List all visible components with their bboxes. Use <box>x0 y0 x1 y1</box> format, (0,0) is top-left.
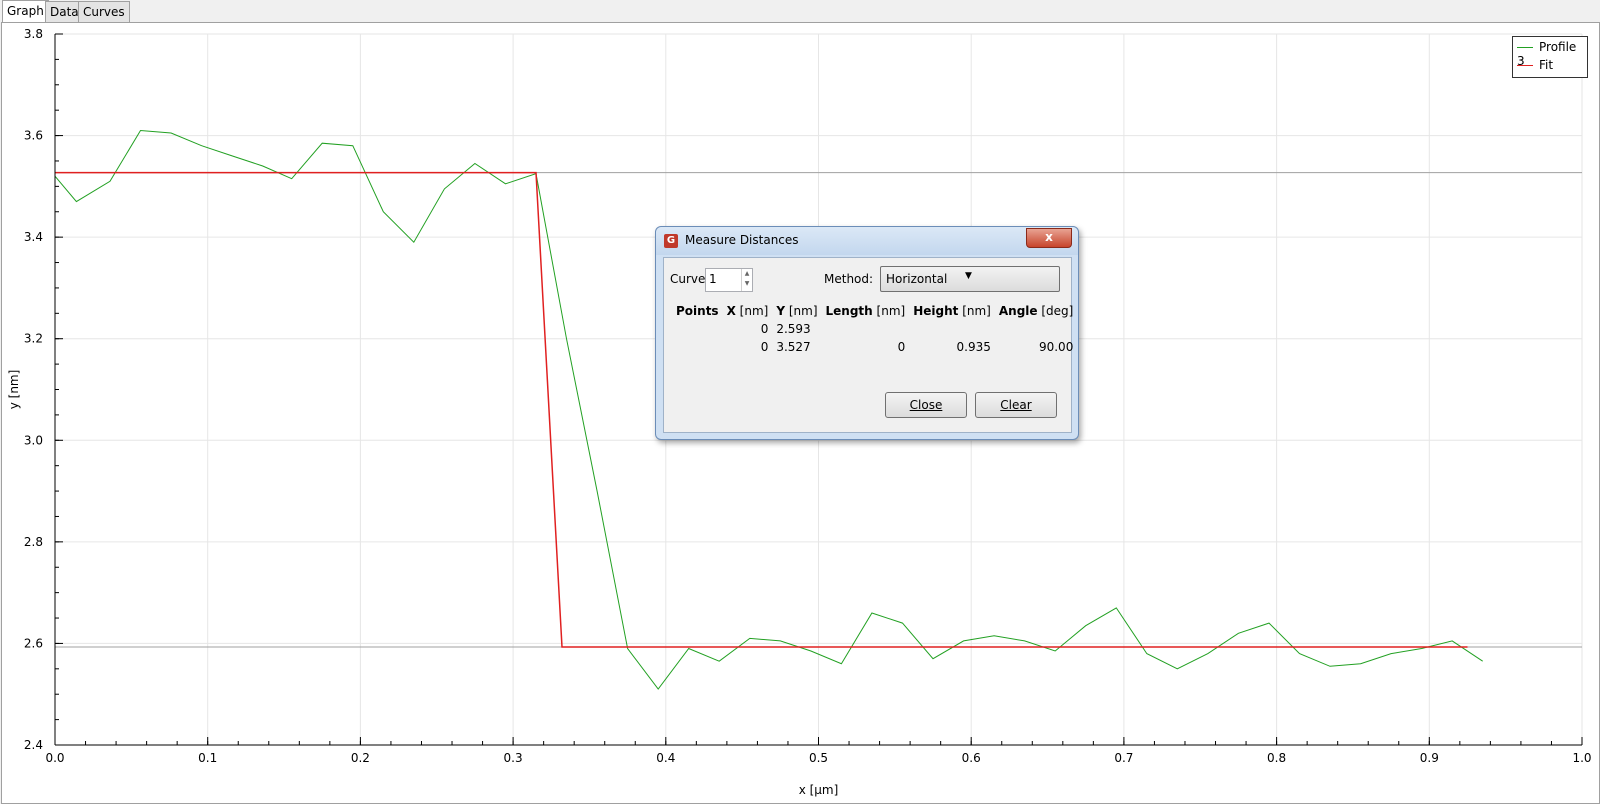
col-x: X [nm] <box>726 304 769 318</box>
cell-angle <box>995 320 1077 338</box>
dialog-body: Curve: 1 ▲ ▼ Method: Horizontal ▼ Points … <box>663 257 1073 433</box>
x-tick-label: 0.4 <box>656 751 675 765</box>
curve-spinbox[interactable]: 1 ▲ ▼ <box>705 268 753 292</box>
cell-y: 2.593 <box>776 322 811 336</box>
x-tick-label: 0.7 <box>1114 751 1133 765</box>
method-select[interactable]: Horizontal ▼ <box>880 266 1060 292</box>
table-row: 0 2.593 <box>672 320 1077 338</box>
chart-legend: Profile 3 Fit <box>1512 36 1588 78</box>
cell-height: 0.935 <box>956 340 991 354</box>
col-y: Y [nm] <box>776 304 818 318</box>
curve-label: Curve: <box>670 272 710 286</box>
cell-y: 3.527 <box>776 340 811 354</box>
col-points: Points <box>676 304 719 318</box>
table-header: Points X [nm] Y [nm] Length [nm] Height … <box>672 302 1077 320</box>
cell-length: 0 <box>897 340 906 354</box>
dialog-titlebar[interactable]: G Measure Distances x <box>656 227 1078 255</box>
x-tick-label: 0.6 <box>962 751 981 765</box>
dialog-title: Measure Distances <box>685 233 799 247</box>
chevron-down-icon: ▼ <box>965 271 972 281</box>
cell-x: 0 <box>760 340 769 354</box>
cell-length <box>822 320 910 338</box>
col-angle: Angle [deg] <box>998 304 1074 318</box>
legend-label: Fit <box>1539 58 1554 72</box>
y-tick-label: 2.6 <box>24 636 43 650</box>
app-icon: G <box>664 234 678 248</box>
close-button[interactable]: Close <box>885 392 967 418</box>
measure-distances-dialog: G Measure Distances x Curve: 1 ▲ ▼ Method… <box>655 226 1079 440</box>
y-tick-label: 2.8 <box>24 535 43 549</box>
cell-x: 0 <box>760 322 769 336</box>
y-tick-label: 3.8 <box>24 27 43 41</box>
cell-angle: 90.00 <box>1038 340 1074 354</box>
y-tick-label: 3.6 <box>24 129 43 143</box>
x-tick-label: 0.3 <box>504 751 523 765</box>
col-length: Length [nm] <box>825 304 906 318</box>
y-tick-label: 2.4 <box>24 738 43 752</box>
cell-height <box>909 320 995 338</box>
y-tick-label: 3.4 <box>24 230 43 244</box>
x-tick-label: 0.2 <box>351 751 370 765</box>
y-tick-label: 3.2 <box>24 332 43 346</box>
method-label: Method: <box>824 272 874 286</box>
x-tick-label: 0.9 <box>1420 751 1439 765</box>
method-value: Horizontal <box>886 272 948 286</box>
x-axis-label: x [µm] <box>799 783 839 797</box>
clear-button[interactable]: Clear <box>975 392 1057 418</box>
legend-item-fit: Fit <box>1517 58 1553 76</box>
legend-item-profile: Profile 3 <box>1517 40 1587 68</box>
x-tick-label: 0.8 <box>1267 751 1286 765</box>
x-tick-label: 0.5 <box>809 751 828 765</box>
x-tick-label: 0.0 <box>45 751 64 765</box>
y-axis-label: y [nm] <box>7 370 21 410</box>
y-tick-label: 3.0 <box>24 433 43 447</box>
table-row: 0 3.527 0 0.935 90.00 <box>672 338 1077 356</box>
measurements-table: Points X [nm] Y [nm] Length [nm] Height … <box>672 302 1077 356</box>
x-tick-label: 0.1 <box>198 751 217 765</box>
legend-swatch <box>1517 47 1533 48</box>
x-tick-label: 1.0 <box>1572 751 1591 765</box>
col-height: Height [nm] <box>913 304 991 318</box>
close-icon[interactable]: x <box>1026 228 1072 248</box>
legend-swatch <box>1517 65 1533 66</box>
curve-value: 1 <box>709 272 717 286</box>
spin-arrows-icon[interactable]: ▲ ▼ <box>741 269 752 291</box>
